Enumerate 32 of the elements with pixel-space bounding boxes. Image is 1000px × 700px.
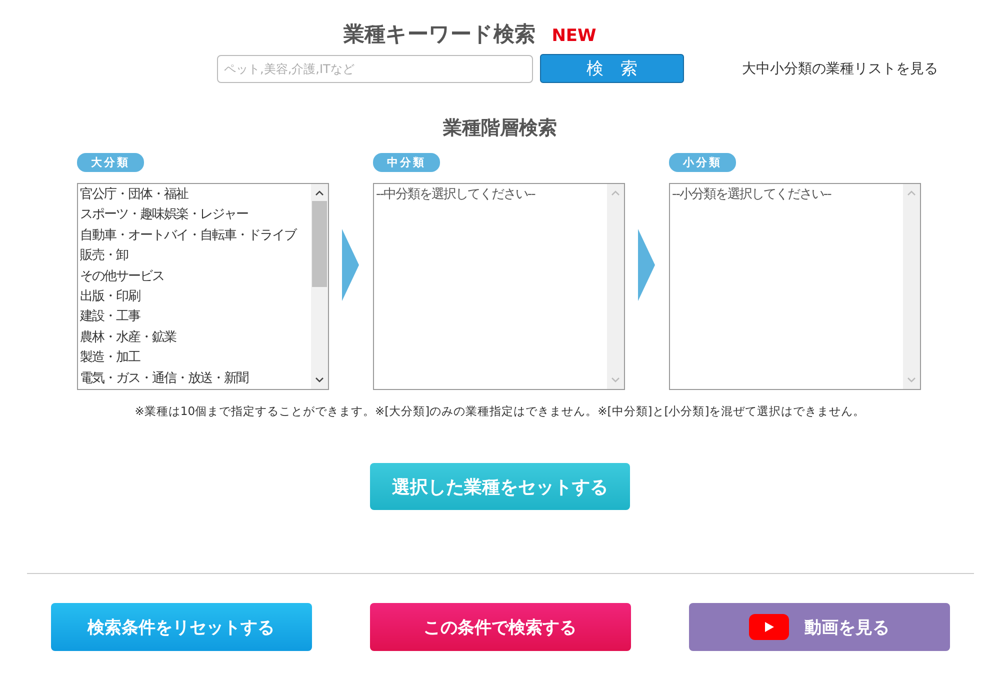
category-list[interactable]: --中分類を選択してください-- <box>373 183 625 390</box>
list-option[interactable]: --小分類を選択してください-- <box>672 185 903 206</box>
category-list[interactable]: 官公庁・団体・福祉 スポーツ・趣味娯楽・レジャー 自動車・オートバイ・自転車・ドライブ 販売・卸 その他サービス 出版・印刷 建設・工事 農林・水産・鉱業 製造・加工 電気・ガス・通信・放送・新聞 <box>77 183 329 390</box>
section-title: 業種キーワード検索 <box>344 21 536 48</box>
scrollbar[interactable] <box>903 184 920 389</box>
category-label: 中分類 <box>373 153 440 172</box>
keyword-field[interactable]: ペット,美容,介護,ITなど <box>217 54 533 82</box>
category-label: 大分類 <box>77 153 144 172</box>
arrow-icon <box>638 229 655 301</box>
video-button[interactable]: 動画を見る <box>688 603 950 651</box>
list-option[interactable]: 製造・加工 <box>80 348 311 369</box>
note-text: ※業種は10個まで指定することができます。※[大分類]のみの業種指定はできません。※[中分類]と[小分類]を混ぜて選択はできません。 <box>134 404 866 419</box>
list-option[interactable]: その他サービス <box>80 266 311 288</box>
scrollbar[interactable] <box>607 184 624 389</box>
search-button[interactable]: この条件で検索する <box>370 603 630 651</box>
category-list-link[interactable]: 大中小分類の業種リストを見る <box>742 60 938 78</box>
list-option[interactable]: 出版・印刷 <box>80 287 311 308</box>
list-option[interactable]: 官公庁・団体・福祉 <box>80 185 311 206</box>
list-option[interactable]: 販売・卸 <box>80 246 311 267</box>
category-label: 小分類 <box>669 153 736 172</box>
play-icon <box>748 614 788 640</box>
arrow-icon <box>342 229 359 301</box>
list-option[interactable]: スポーツ・趣味娯楽・レジャー <box>80 205 311 226</box>
section-title: 業種階層検索 <box>443 116 557 141</box>
scrollbar[interactable] <box>311 184 328 389</box>
new-label: NEW <box>552 26 596 46</box>
list-option[interactable]: 建設・工事 <box>80 307 311 328</box>
list-option[interactable]: 電気・ガス・通信・放送・新聞 <box>80 368 311 389</box>
list-option[interactable]: --中分類を選択してください-- <box>376 185 607 206</box>
list-option[interactable]: 自動車・オートバイ・自転車・ドライブ <box>80 226 311 246</box>
list-option[interactable]: 農林・水産・鉱業 <box>80 328 311 348</box>
category-list[interactable]: --小分類を選択してください-- <box>669 183 921 390</box>
